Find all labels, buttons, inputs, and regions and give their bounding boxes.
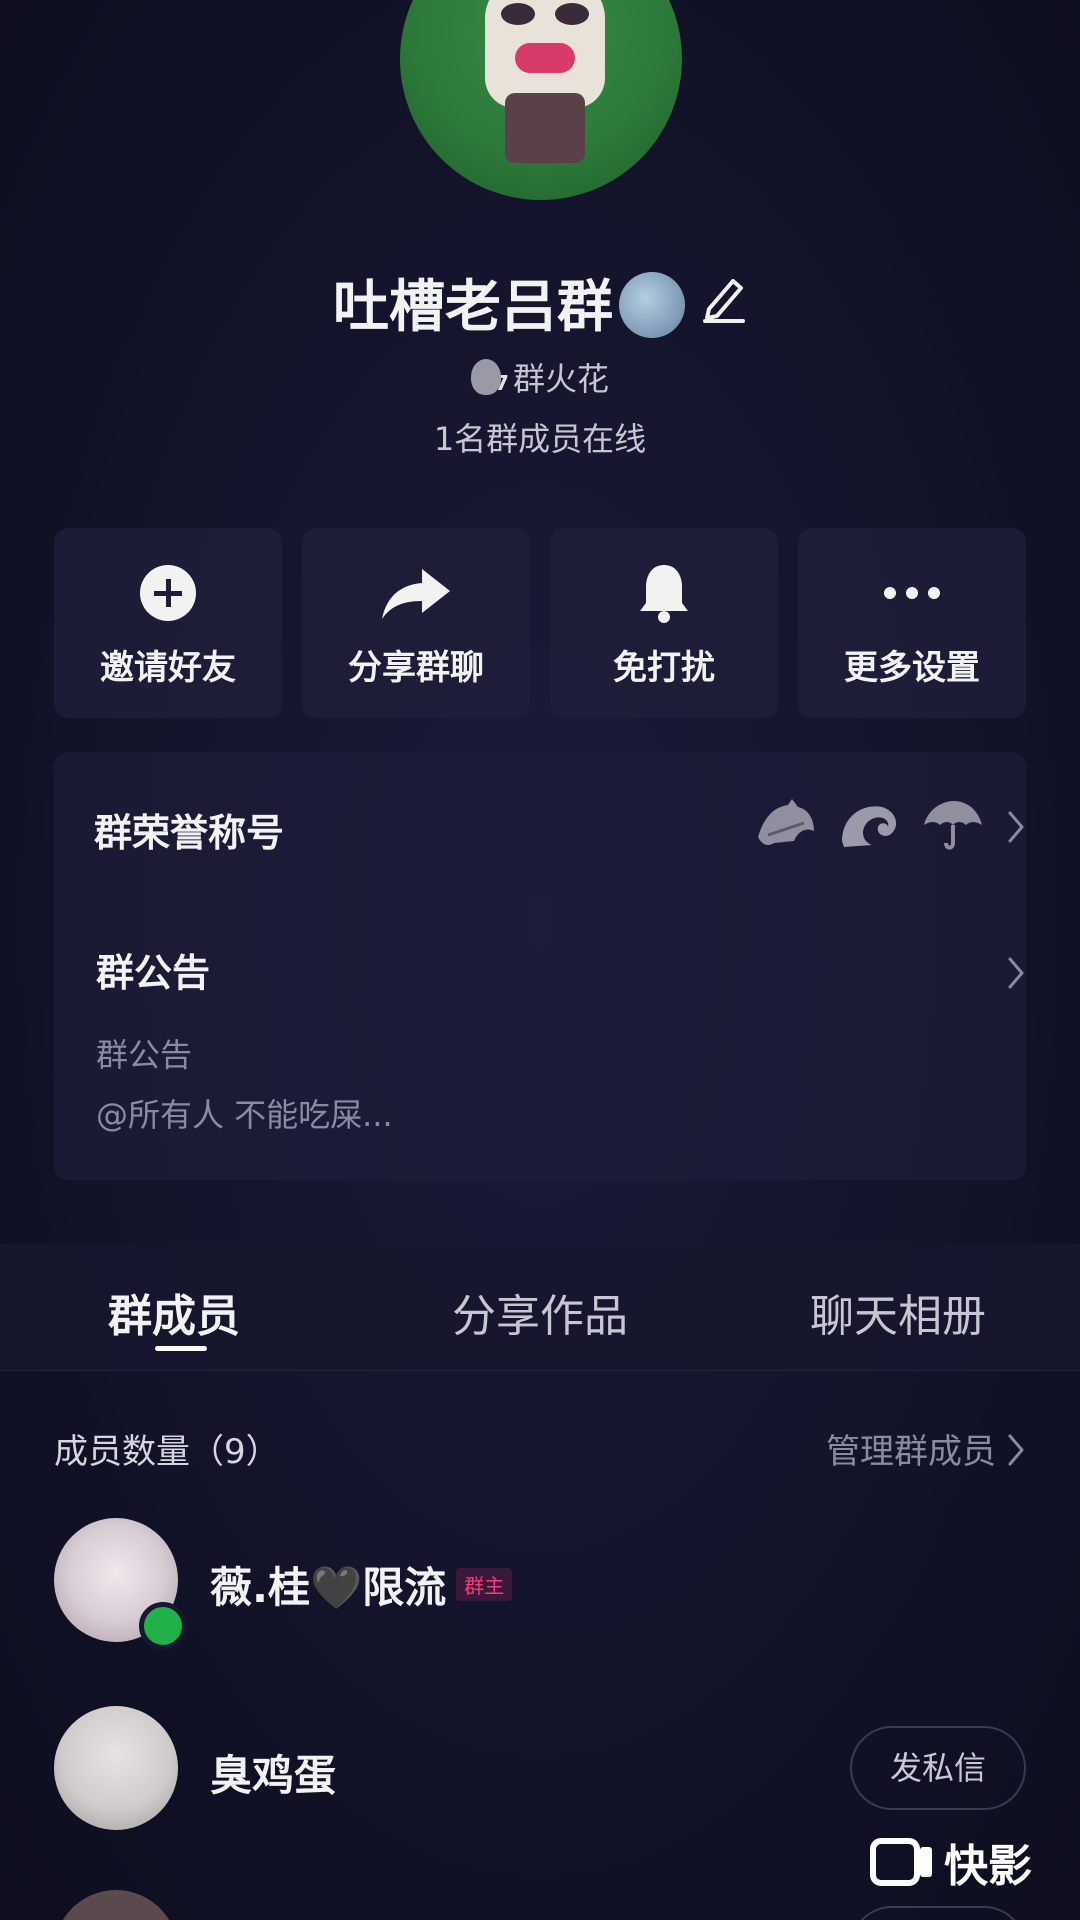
- member-row[interactable]: 臭鸡蛋 发私信: [0, 1706, 1080, 1836]
- group-notice-title: 群公告: [96, 951, 211, 995]
- member-name: 臭鸡蛋: [210, 1751, 337, 1800]
- do-not-disturb-label: 免打扰: [613, 648, 715, 688]
- group-title-row: 吐槽老吕群: [0, 268, 1080, 351]
- group-info-card: 群荣誉称号 群公告 群公告 @所有人 不能吃屎...: [54, 752, 1026, 1180]
- watermark-text: 快影: [944, 1841, 1032, 1892]
- more-settings-label: 更多设置: [844, 648, 980, 688]
- members-header: 成员数量（9） 管理群成员: [54, 1424, 1026, 1474]
- active-tab-indicator: [155, 1346, 207, 1351]
- invite-friends-button[interactable]: 邀请好友: [54, 528, 282, 718]
- honor-chevron-icon: [1008, 811, 1024, 843]
- online-members-text: 1名群成员在线: [433, 420, 647, 458]
- group-profile-page: 吐槽老吕群 7 群火花 1名群成员在线 邀请好友 分享群聊 免打扰 更多设置 群…: [0, 0, 1080, 1920]
- member-name-row: 薇.桂🖤限流 群主: [210, 1554, 513, 1615]
- owner-badge: 群主: [456, 1568, 513, 1601]
- edit-pencil-icon[interactable]: [701, 265, 747, 345]
- member-name: 薇.桂🖤限流: [210, 1563, 447, 1612]
- group-tabs: 群成员 分享作品 聊天相册: [0, 1244, 1080, 1371]
- member-row[interactable]: 薇.桂🖤限流 群主: [0, 1518, 1080, 1650]
- send-message-button[interactable]: [850, 1906, 1026, 1920]
- kuaiying-logo-icon: [870, 1838, 932, 1886]
- do-not-disturb-button[interactable]: 免打扰: [550, 528, 778, 718]
- avatar-mouth: [515, 43, 575, 73]
- share-arrow-icon: [302, 560, 530, 626]
- tab-chat-album[interactable]: 聊天相册: [810, 1280, 986, 1344]
- online-status-dot: [139, 1602, 187, 1650]
- group-notice-subtitle: 群公告: [96, 1036, 193, 1074]
- members-count: 成员数量（9）: [54, 1432, 280, 1472]
- member-avatar[interactable]: [54, 1706, 178, 1830]
- group-spark[interactable]: 7 群火花: [0, 354, 1080, 408]
- notice-chevron-icon: [1008, 957, 1024, 989]
- more-settings-button[interactable]: 更多设置: [798, 528, 1026, 718]
- share-group-button[interactable]: 分享群聊: [302, 528, 530, 718]
- tab-members[interactable]: 群成员: [108, 1280, 240, 1344]
- bell-icon: [550, 560, 778, 626]
- group-notice-body: @所有人 不能吃屎...: [96, 1096, 393, 1134]
- avatar-character-face: [485, 0, 605, 108]
- manage-members-link[interactable]: 管理群成员: [826, 1424, 996, 1473]
- group-name: 吐槽老吕群: [333, 275, 613, 340]
- spark-flame-icon: [471, 359, 502, 395]
- spark-label: 群火花: [512, 360, 609, 398]
- kuaiying-watermark: 快影: [870, 1834, 1032, 1892]
- moon-emoji-icon: [619, 271, 685, 338]
- honor-badge-umbrella-icon: [924, 801, 982, 850]
- avatar-eye-right: [555, 3, 589, 25]
- honor-badge-wave-icon: [842, 806, 897, 847]
- group-honor-label: 群荣誉称号: [94, 811, 285, 855]
- tab-shared-works[interactable]: 分享作品: [452, 1280, 628, 1344]
- send-message-button[interactable]: 发私信: [850, 1726, 1026, 1810]
- avatar-eye-left: [501, 3, 535, 25]
- more-dots-icon: [798, 560, 1026, 626]
- plus-circle-icon: [54, 560, 282, 626]
- share-group-label: 分享群聊: [348, 648, 484, 688]
- honor-badge-dragon-icon: [758, 799, 814, 845]
- invite-friends-label: 邀请好友: [100, 648, 236, 688]
- member-avatar[interactable]: [54, 1890, 178, 1920]
- action-tiles: 邀请好友 分享群聊 免打扰 更多设置: [54, 528, 1026, 718]
- manage-chevron-icon: [1008, 1434, 1024, 1466]
- avatar-character-body: [505, 93, 585, 163]
- group-avatar[interactable]: [400, 0, 682, 200]
- group-honor-row[interactable]: 群荣誉称号: [94, 792, 1024, 862]
